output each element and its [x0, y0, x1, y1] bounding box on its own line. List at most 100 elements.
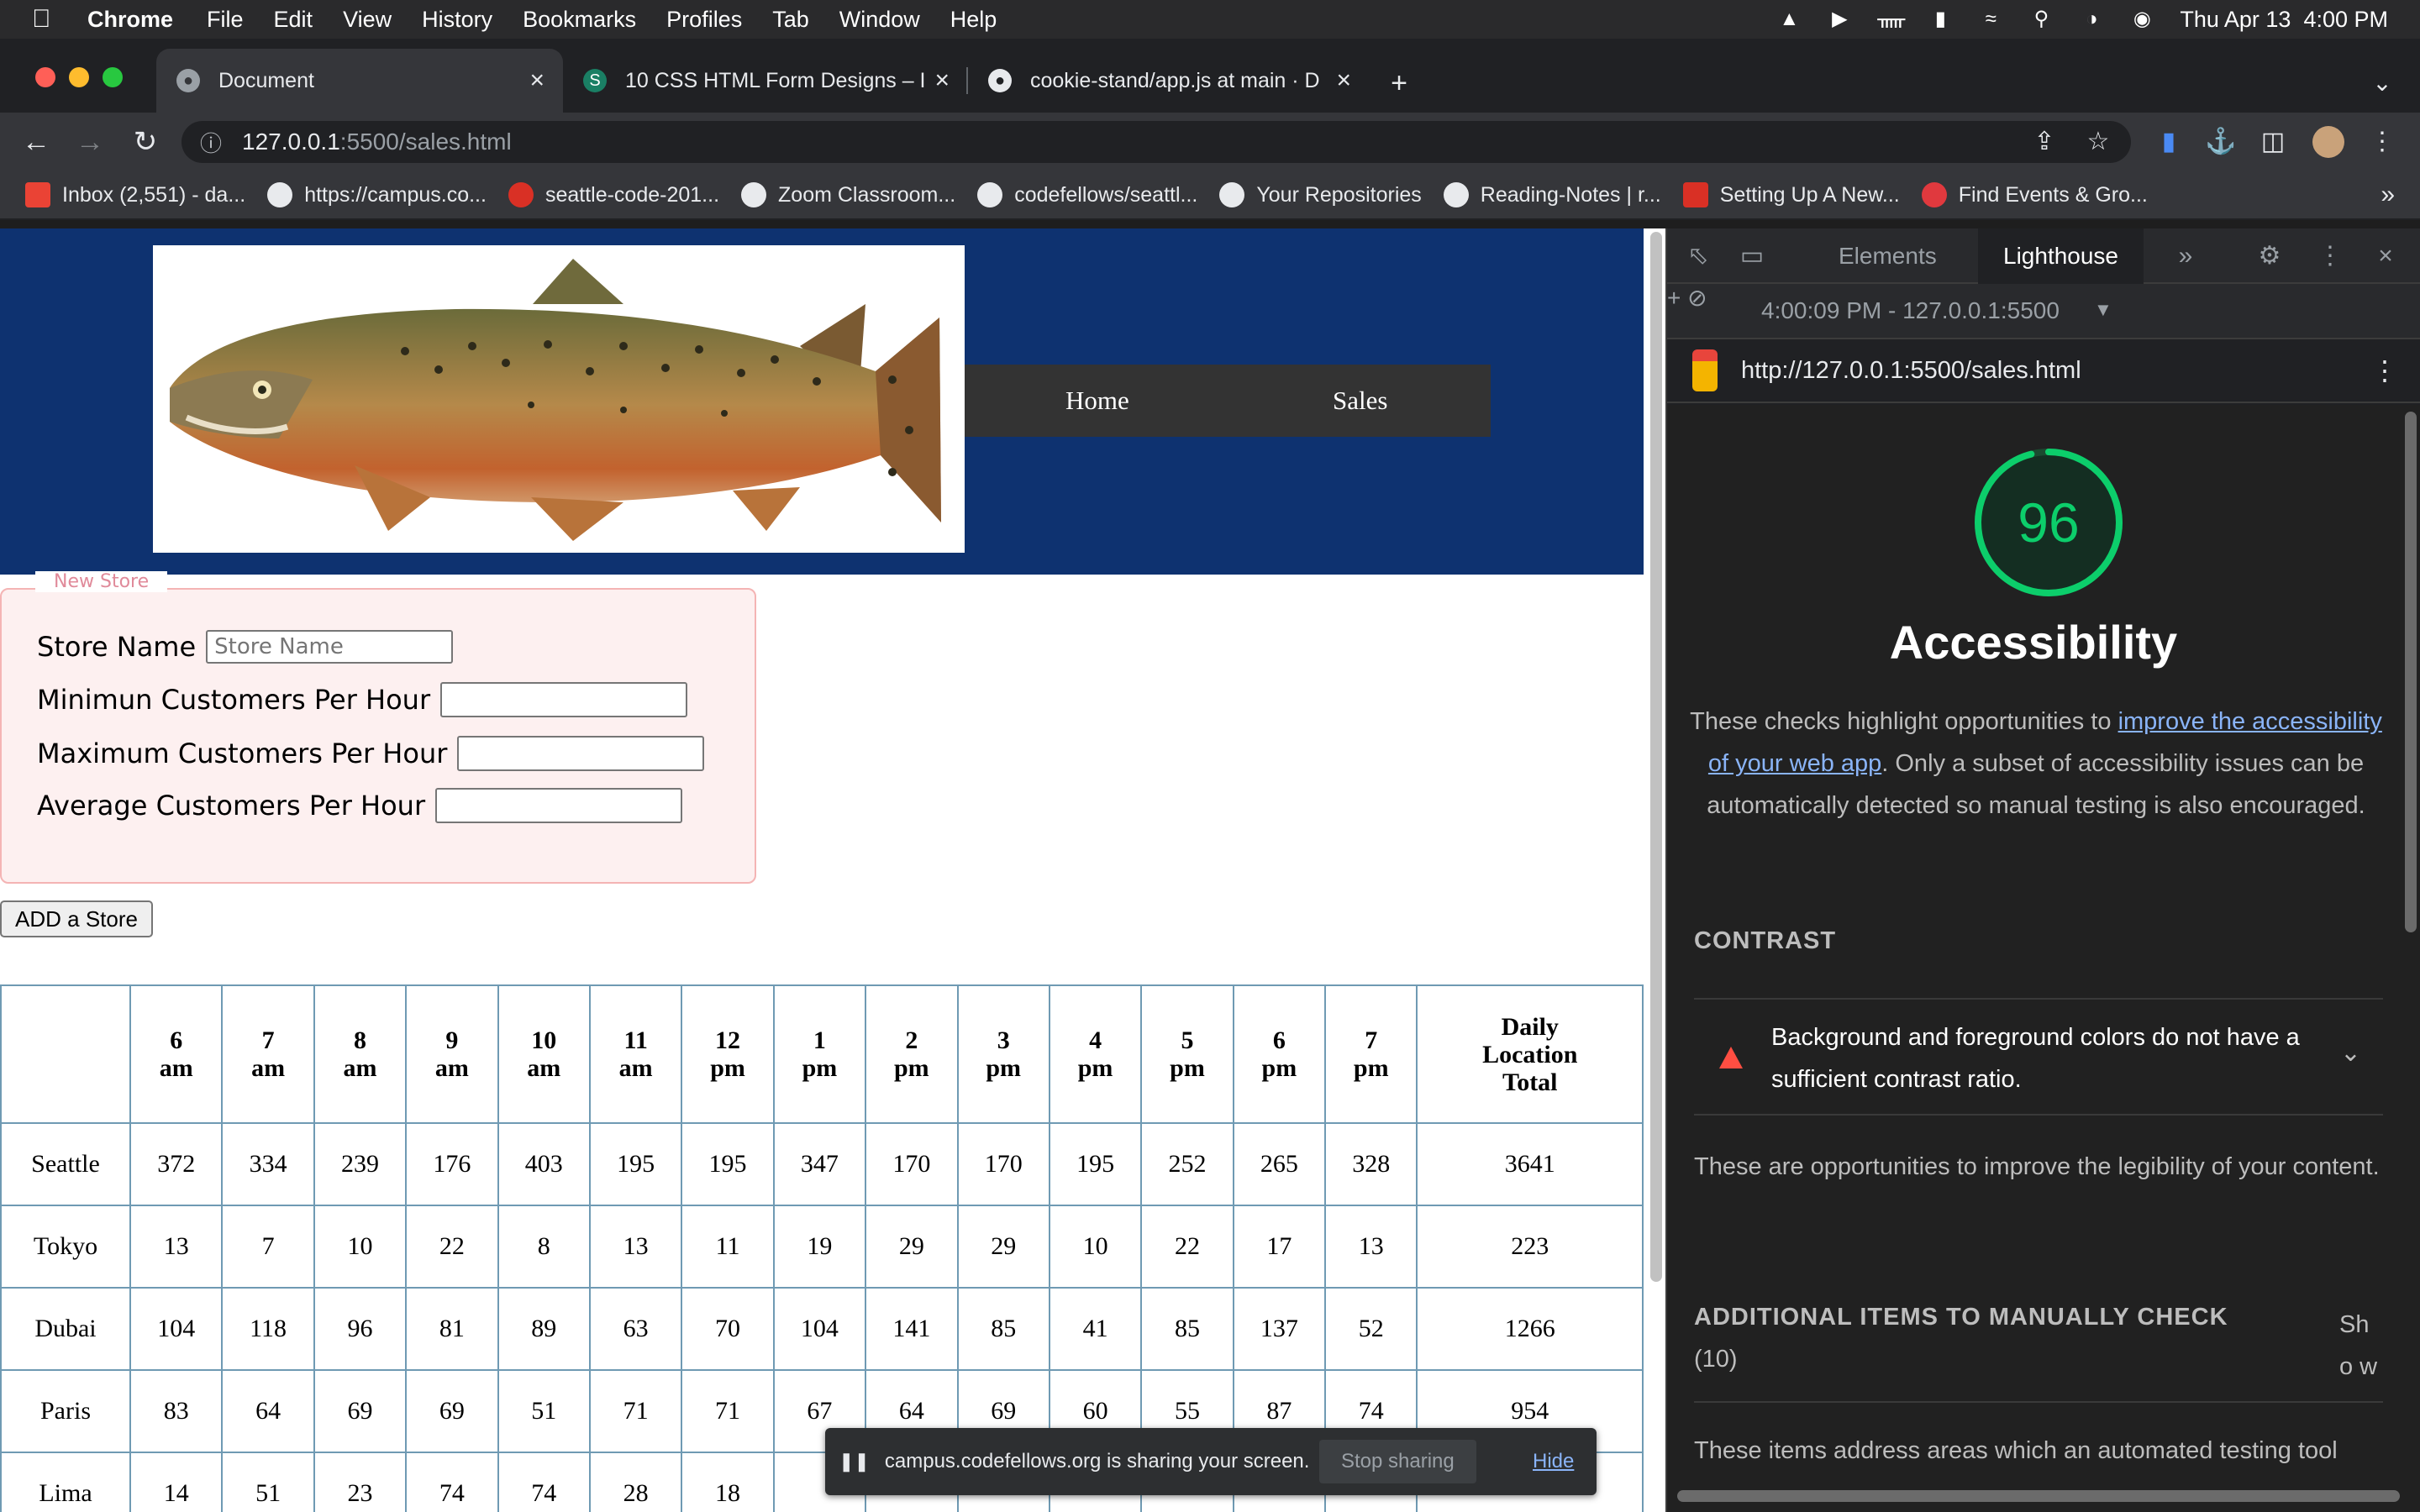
page-scrollbar[interactable] — [1644, 228, 1665, 1512]
menu-view[interactable]: View — [343, 7, 392, 33]
more-bookmarks-icon[interactable]: » — [2381, 181, 2395, 209]
avg-customers-input[interactable] — [435, 788, 683, 823]
side-panel-icon[interactable]: ◫ — [2257, 126, 2289, 158]
bookmark-reading-notes[interactable]: Reading-Notes | r... — [1443, 182, 1661, 207]
profile-avatar[interactable] — [2312, 126, 2344, 158]
bookmark-campus[interactable]: https://campus.co... — [267, 182, 487, 207]
header-text: 6 — [170, 1026, 183, 1054]
page-viewport: Home Sales New Store Store Name Minimun … — [0, 228, 1665, 1512]
tab-cookie-stand[interactable]: ● cookie-stand/app.js at main · D × — [968, 49, 1370, 113]
more-tabs-icon[interactable]: » — [2170, 240, 2202, 272]
report-horizontal-scrollbar[interactable] — [1677, 1490, 2400, 1502]
forward-arrow-icon[interactable]: → — [72, 124, 108, 160]
clock[interactable]: Thu Apr 13 4:00 PM — [2180, 7, 2388, 33]
address-bar[interactable]: ⓘ 127.0.0.1:5500/sales.html ⇪ ☆ — [182, 121, 2131, 163]
menu-edit[interactable]: Edit — [274, 7, 313, 33]
tab-css-form-designs[interactable]: S 10 CSS HTML Form Designs – I × — [563, 49, 968, 113]
vpn-icon[interactable]: ▲ — [1776, 7, 1802, 32]
min-customers-input[interactable] — [440, 682, 688, 717]
chrome-menu-icon[interactable]: ⋮ — [2366, 126, 2398, 158]
siri-icon[interactable]: ◉ — [2129, 7, 2154, 32]
bookmark-your-repositories[interactable]: Your Repositories — [1219, 182, 1422, 207]
spotlight-search-icon[interactable]: ⚲ — [2028, 7, 2054, 32]
close-tab-icon[interactable]: × — [934, 66, 950, 95]
menu-bookmarks[interactable]: Bookmarks — [523, 7, 636, 33]
menu-window[interactable]: Window — [839, 7, 920, 33]
header-text: 7 — [1365, 1026, 1378, 1054]
control-center-icon[interactable]: ◑ — [2079, 7, 2104, 32]
store-name-input[interactable] — [206, 630, 454, 664]
tab-document[interactable]: ● Document × — [156, 49, 563, 113]
clear-reports-icon[interactable]: ⊘ — [1687, 285, 1707, 311]
sales-cell: 334 — [221, 1122, 315, 1206]
bookmark-label: codefellows/seattl... — [1014, 182, 1198, 207]
battery-icon[interactable]: ▮ — [1928, 7, 1953, 32]
menu-file[interactable]: File — [207, 7, 244, 33]
stop-sharing-button[interactable]: Stop sharing — [1319, 1440, 1476, 1483]
expand-chevron-icon[interactable]: ⌄ — [2340, 1038, 2361, 1068]
header-text: pm — [710, 1054, 745, 1082]
sales-cell: 3641 — [1416, 1122, 1644, 1206]
scrollbar-thumb[interactable] — [2405, 412, 2417, 932]
devtools-tab-elements[interactable]: Elements — [1839, 228, 1937, 284]
close-tab-icon[interactable]: × — [1336, 66, 1351, 95]
close-tab-icon[interactable]: × — [529, 66, 544, 95]
dropdown-arrow-icon[interactable]: ▼ — [2094, 299, 2112, 321]
new-tab-button[interactable]: + — [1381, 66, 1417, 101]
devtools-menu-icon[interactable]: ⋮ — [2314, 240, 2346, 272]
extension-blue-icon[interactable]: ▮ — [2153, 126, 2185, 158]
sales-cell: 85 — [1140, 1287, 1234, 1371]
show-toggle[interactable]: Sho w — [2339, 1304, 2380, 1388]
city-cell: Seattle — [0, 1122, 131, 1206]
nav-link-sales[interactable]: Sales — [1333, 386, 1387, 416]
bookmark-codefellows-github[interactable]: codefellows/seattl... — [977, 182, 1197, 207]
menu-history[interactable]: History — [422, 7, 492, 33]
menu-app-chrome[interactable]: Chrome — [87, 7, 173, 33]
menu-tab[interactable]: Tab — [772, 7, 809, 33]
info-icon[interactable]: ⓘ — [200, 127, 222, 158]
report-scrollbar[interactable] — [2400, 405, 2420, 1512]
sales-cell: 85 — [956, 1287, 1050, 1371]
window-zoom-button[interactable] — [103, 67, 123, 87]
new-report-icon[interactable]: + — [1667, 285, 1681, 311]
back-arrow-icon[interactable]: ← — [18, 124, 54, 160]
tab-search-chevron-icon[interactable]: ⌄ — [2365, 66, 2400, 101]
wifi-icon[interactable]: ≈ — [1978, 7, 2003, 32]
bookmark-seattle-code[interactable]: seattle-code-201... — [508, 182, 719, 207]
bookmark-meetup[interactable]: Find Events & Gro... — [1921, 182, 2148, 207]
play-icon[interactable]: ▶ — [1827, 7, 1852, 32]
apple-icon[interactable]:  — [32, 5, 64, 34]
report-menu-icon[interactable]: ⋮ — [2371, 354, 2398, 386]
nav-link-home[interactable]: Home — [1065, 386, 1129, 416]
share-icon[interactable]: ⇪ — [2028, 126, 2060, 158]
add-store-button[interactable]: ADD a Store — [0, 900, 153, 937]
window-minimize-button[interactable] — [69, 67, 89, 87]
bookmark-zoom[interactable]: Zoom Classroom... — [741, 182, 955, 207]
scrollbar-thumb[interactable] — [1650, 232, 1662, 1282]
contrast-audit[interactable]: Background and foreground colors do not … — [1694, 998, 2383, 1116]
inspect-element-icon[interactable]: ⬁ — [1682, 240, 1714, 272]
extensions-puzzle-icon[interactable]: ⚓ — [2205, 126, 2237, 158]
settings-gear-icon[interactable]: ⚙ — [2254, 240, 2286, 272]
report-select[interactable]: 4:00:09 PM - 127.0.0.1:5500 — [1761, 297, 2060, 324]
bookmark-star-icon[interactable]: ☆ — [2082, 126, 2114, 158]
reload-icon[interactable]: ↻ — [128, 124, 163, 160]
close-devtools-icon[interactable]: × — [2370, 240, 2402, 272]
sales-cell: 51 — [221, 1452, 315, 1512]
contrast-note: These are opportunities to improve the l… — [1694, 1153, 2380, 1180]
report-url-bar: http://127.0.0.1:5500/sales.html ⋮ — [1667, 339, 2420, 403]
hour-header-cell: 12 pm — [681, 984, 775, 1124]
table-row: Dubai 104 118 96 81 89 63 70 104 141 85 41 85 137 52 12… — [0, 1287, 1644, 1371]
menu-help[interactable]: Help — [950, 7, 997, 33]
github-icon: ● — [988, 69, 1012, 92]
menu-profiles[interactable]: Profiles — [666, 7, 742, 33]
max-customers-input[interactable] — [457, 736, 705, 771]
hide-banner-link[interactable]: Hide — [1533, 1450, 1574, 1473]
device-toolbar-icon[interactable]: ▭ — [1736, 240, 1768, 272]
bookmark-setting-up[interactable]: Setting Up A New... — [1682, 182, 1900, 207]
bookmark-gmail[interactable]: Inbox (2,551) - da... — [25, 182, 245, 207]
sales-cell: 195 — [1048, 1122, 1143, 1206]
bluetooth-icon[interactable]: ᚅ — [1877, 7, 1905, 32]
window-close-button[interactable] — [35, 67, 55, 87]
devtools-tab-lighthouse[interactable]: Lighthouse — [1978, 228, 2144, 284]
